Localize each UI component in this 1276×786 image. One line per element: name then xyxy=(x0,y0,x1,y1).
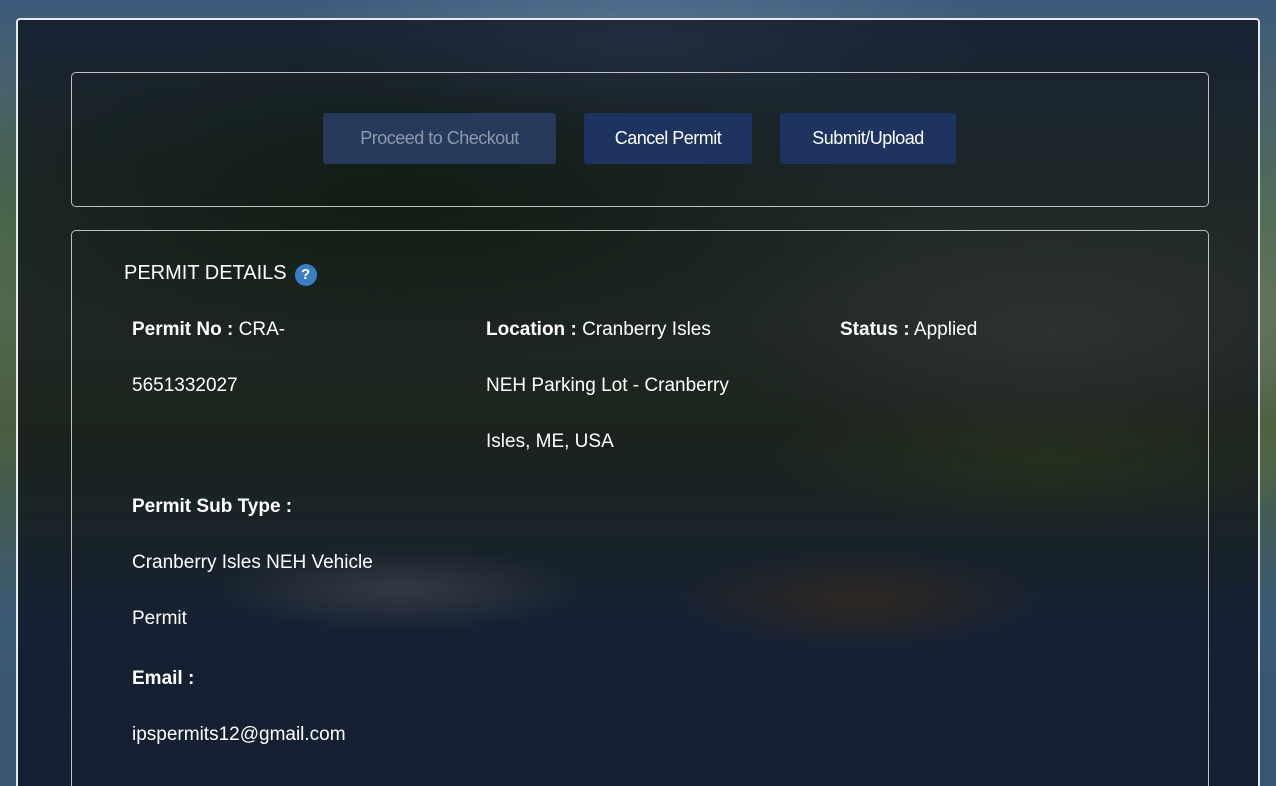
permit-details-panel: PERMIT DETAILS ? Permit No : CRA- 565133… xyxy=(71,230,1209,786)
permit-number-value-part2: 5651332027 xyxy=(132,375,238,396)
location-value-part3: Isles, ME, USA xyxy=(486,431,614,452)
location-field: Location : Cranberry Isles NEH Parking L… xyxy=(486,302,816,470)
permit-sub-type-field: Permit Sub Type : Cranberry Isles NEH Ve… xyxy=(132,479,462,647)
permit-sub-type-label: Permit Sub Type : xyxy=(132,496,293,517)
location-label: Location : xyxy=(486,319,577,340)
permit-number-field: Permit No : CRA- 5651332027 xyxy=(132,302,362,414)
email-label: Email : xyxy=(132,668,195,689)
location-value-part1: Cranberry Isles xyxy=(582,319,711,340)
permit-number-label: Permit No : xyxy=(132,319,234,340)
action-panel: Proceed to Checkout Cancel Permit Submit… xyxy=(71,72,1209,207)
permit-sub-type-value-part2: Permit xyxy=(132,608,187,629)
email-field: Email : ipspermits12@gmail.com xyxy=(132,651,462,763)
status-label: Status : xyxy=(840,319,910,340)
cancel-permit-button[interactable]: Cancel Permit xyxy=(584,113,752,164)
proceed-to-checkout-button[interactable]: Proceed to Checkout xyxy=(323,113,556,164)
help-icon[interactable]: ? xyxy=(294,264,317,286)
permit-number-value-part1: CRA- xyxy=(238,319,286,340)
permit-details-heading: PERMIT DETAILS ? xyxy=(124,261,317,286)
permit-details-title: PERMIT DETAILS xyxy=(124,262,287,284)
submit-upload-button[interactable]: Submit/Upload xyxy=(780,113,956,164)
permit-card: Proceed to Checkout Cancel Permit Submit… xyxy=(16,18,1260,786)
email-value: ipspermits12@gmail.com xyxy=(132,724,346,745)
status-field: Status : Applied xyxy=(840,302,1140,358)
status-value: Applied xyxy=(913,319,978,340)
location-value-part2: NEH Parking Lot - Cranberry xyxy=(486,375,729,396)
permit-sub-type-value-part1: Cranberry Isles NEH Vehicle xyxy=(132,552,373,573)
